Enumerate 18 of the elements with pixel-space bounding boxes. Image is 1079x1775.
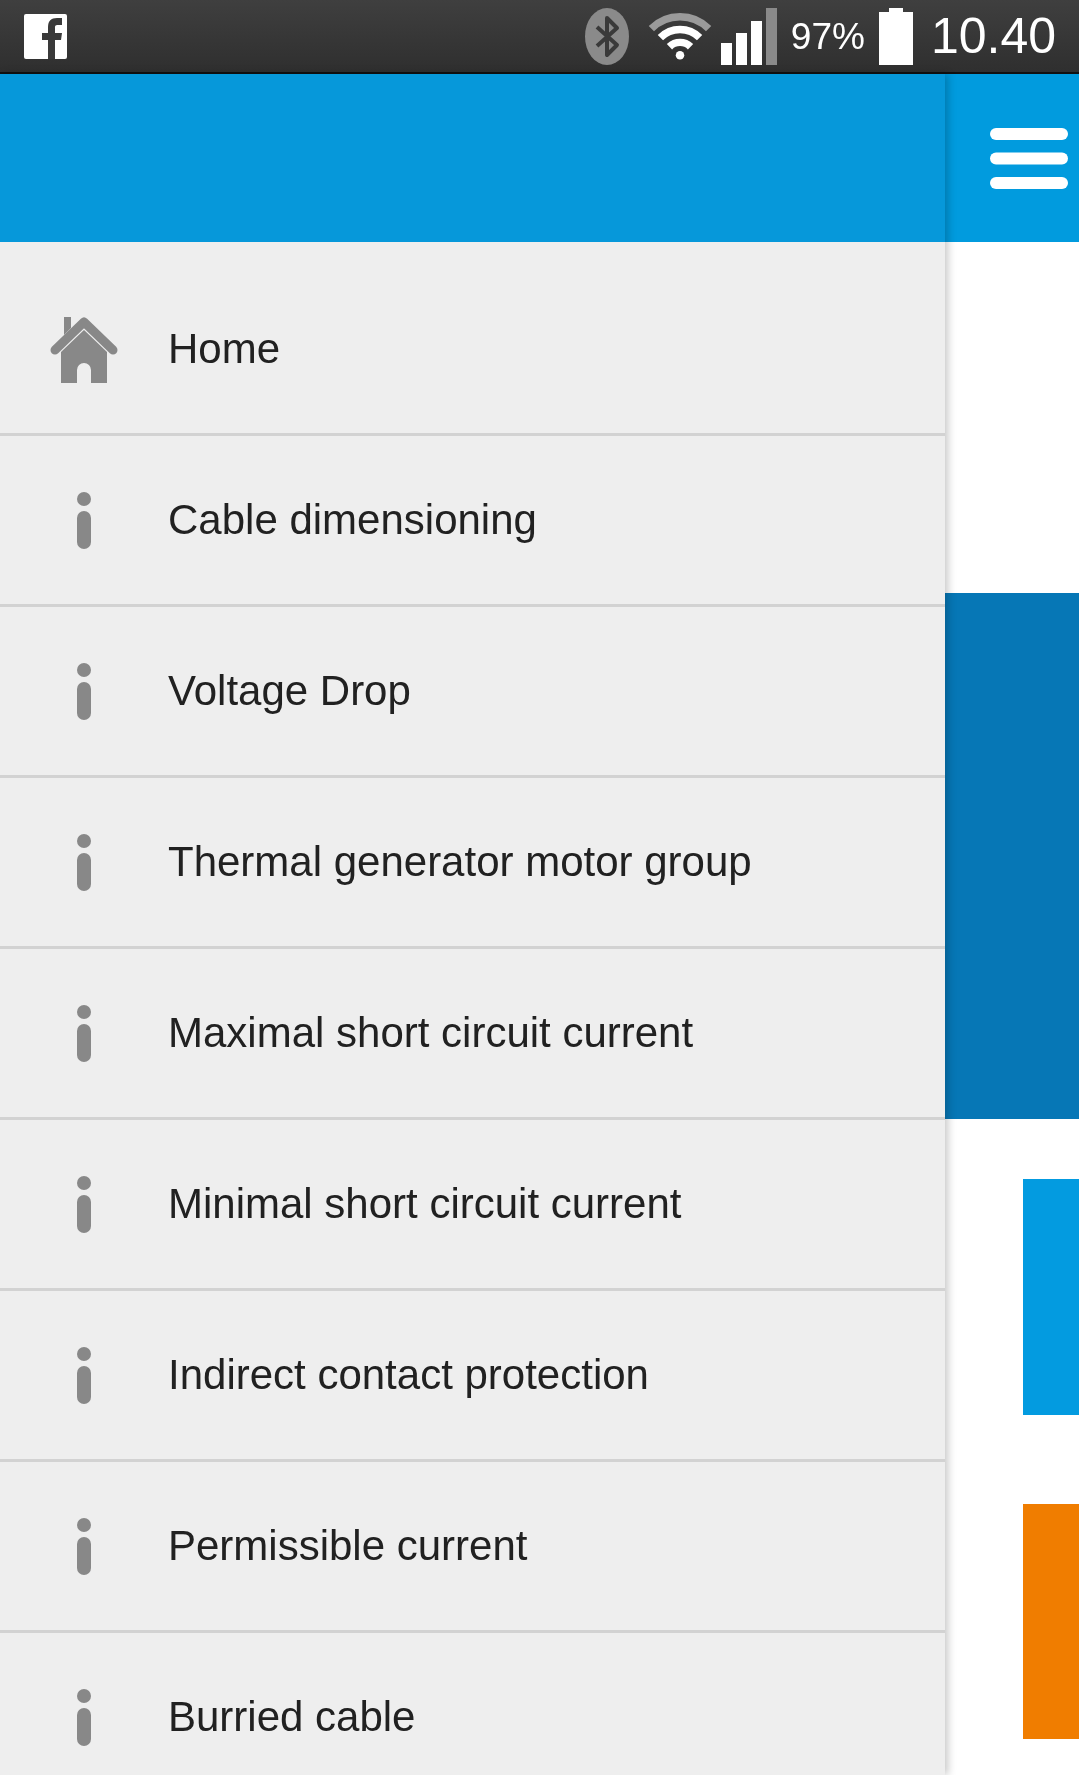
f-logo-icon xyxy=(24,13,67,59)
bluetooth-icon xyxy=(584,7,629,65)
info-icon xyxy=(77,1517,91,1575)
menu-icon[interactable] xyxy=(990,127,1068,189)
battery-percentage: 97% xyxy=(790,17,865,55)
info-icon xyxy=(77,1688,91,1746)
info-icon xyxy=(77,1004,91,1062)
wifi-icon xyxy=(646,12,713,60)
menu-item[interactable]: Home xyxy=(0,265,945,436)
house-icon xyxy=(50,315,118,383)
signal-icon xyxy=(720,7,779,65)
info-icon xyxy=(77,662,91,720)
info-icon xyxy=(77,491,91,549)
info-icon xyxy=(77,833,91,891)
clock-time: 10.40 xyxy=(930,11,1056,61)
battery-icon xyxy=(878,7,913,65)
info-icon xyxy=(77,1346,91,1404)
info-icon xyxy=(77,1175,91,1233)
